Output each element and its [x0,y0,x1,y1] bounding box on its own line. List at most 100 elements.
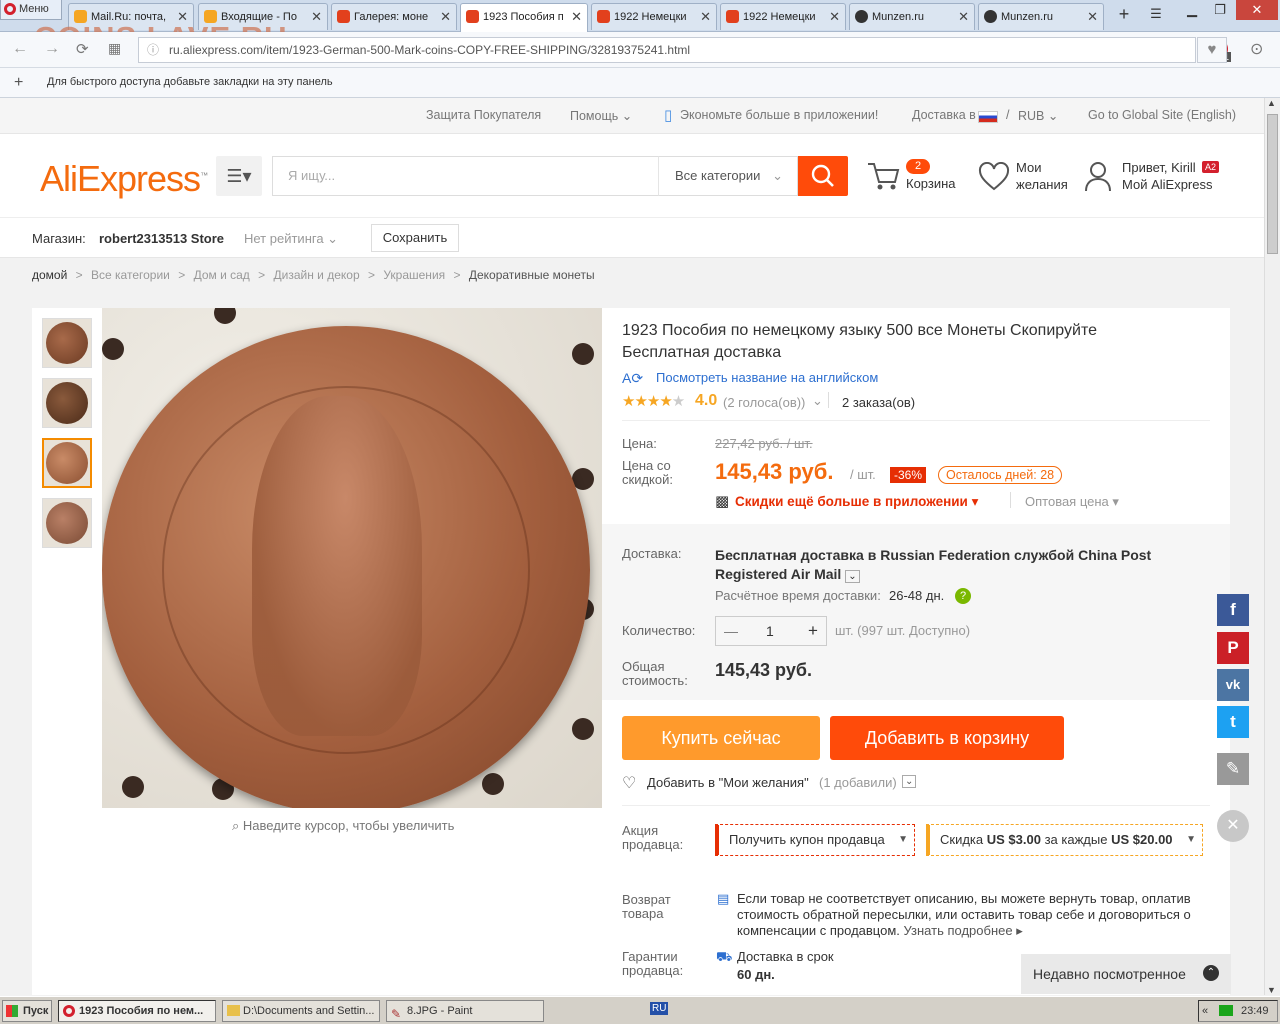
site-info-icon[interactable]: ⓘ [147,38,159,62]
browser-tab-active[interactable]: 1923 Пособия п ✕ [460,3,588,32]
chevron-down-icon[interactable]: ⌄ [812,393,823,409]
my-aliexpress-link[interactable]: Мой AliExpress [1122,177,1213,192]
maximize-button[interactable]: ❐ [1206,0,1234,20]
browser-tab[interactable]: Munzen.ru ✕ [849,3,975,30]
close-icon[interactable]: ✕ [440,4,451,30]
app-discount-link[interactable]: Скидки ещё больше в приложении ▾ [735,494,978,510]
browser-tab[interactable]: 1922 Немецки ✕ [720,3,846,30]
currency-menu[interactable]: RUB ⌄ [1018,108,1058,123]
start-button[interactable]: Пуск [2,1000,52,1022]
forward-icon[interactable]: → [44,40,60,58]
product-image[interactable] [102,308,602,808]
app-promo-link[interactable]: Экономьте больше в приложении! [680,108,878,122]
chevron-left-icon[interactable]: « [1202,1001,1208,1021]
thumbnail[interactable] [42,378,92,428]
thumbnail[interactable] [42,318,92,368]
return-icon: ▤ [717,891,730,906]
browser-tab[interactable]: Munzen.ru ✕ [978,3,1104,30]
bookmark-heart-icon[interactable]: ♥ [1197,37,1227,63]
new-tab-icon[interactable]: + [1110,4,1138,24]
wholesale-price-link[interactable]: Оптовая цена ▾ [1025,494,1119,510]
minus-icon[interactable]: — [724,617,738,645]
user-icon[interactable] [1084,160,1112,192]
delivery-method[interactable]: Бесплатная доставка в Russian Federation… [715,546,1215,586]
browser-tab[interactable]: Галерея: моне ✕ [331,3,457,30]
breadcrumb-item[interactable]: Дом и сад [194,268,250,282]
learn-more-link[interactable]: Узнать подробнее ▸ [904,923,1023,938]
seller-coupon-button[interactable]: Получить купон продавца ▼ [715,824,915,856]
aliexpress-logo[interactable]: AliExpress™ [40,158,208,200]
twitter-icon[interactable]: t [1217,706,1249,738]
pinterest-icon[interactable]: P [1217,632,1249,664]
close-icon[interactable]: ✕ [571,4,582,30]
chevron-down-icon[interactable]: ⌄ [845,570,860,583]
qr-code-icon: ▩ [715,493,730,510]
wishlist-label-2[interactable]: желания [1016,177,1068,192]
vk-icon[interactable]: vk [1217,669,1249,701]
close-icon[interactable]: ✕ [1087,4,1098,30]
vertical-scrollbar[interactable]: ▲ ▼ [1264,98,1280,995]
cart-label[interactable]: Корзина [906,176,956,191]
speed-dial-icon[interactable]: ▦ [108,40,121,57]
language-indicator[interactable]: RU [650,1002,669,1015]
edit-icon[interactable]: ✎ [1217,753,1249,785]
store-name-link[interactable]: robert2313513 Store [99,231,224,246]
thumbnail-selected[interactable] [42,438,92,488]
chevron-down-icon[interactable]: ⌄ [902,775,917,788]
wishlist-label[interactable]: Мои [1016,160,1041,175]
back-icon[interactable]: ← [12,40,28,58]
reload-icon[interactable]: ⟳ [76,40,89,58]
tab-menu-icon[interactable]: ☰ [1142,4,1170,24]
plus-icon[interactable]: + [808,617,818,645]
facebook-icon[interactable]: f [1217,594,1249,626]
store-discount-button[interactable]: Скидка US $3.00 за каждые US $20.00 ▼ [926,824,1203,856]
opera-menu-button[interactable]: Меню [0,0,62,20]
close-window-button[interactable]: ✕ [1236,0,1278,20]
heart-icon[interactable] [978,162,1010,192]
global-site-link[interactable]: Go to Global Site (English) [1088,108,1236,122]
breadcrumb-item[interactable]: Дизайн и декор [274,268,360,282]
breadcrumb-item[interactable]: Все категории [91,268,170,282]
taskbar-item[interactable]: D:\Documents and Settin... [222,1000,380,1022]
add-to-cart-button[interactable]: Добавить в корзину [830,716,1064,760]
guarantee-days: 60 дн. [737,967,775,982]
buy-now-button[interactable]: Купить сейчас [622,716,820,760]
scrollbar-thumb[interactable] [1267,114,1278,254]
add-to-wishlist-link[interactable]: Добавить в "Мои желания" [647,775,809,790]
download-icon[interactable]: ⊙ [1250,39,1263,59]
chevron-up-icon[interactable]: ⌃ [1203,965,1219,981]
thumbnail[interactable] [42,498,92,548]
breadcrumb-item[interactable]: Украшения [383,268,445,282]
view-english-link[interactable]: Посмотреть название на английском [656,370,878,385]
breadcrumb-home[interactable]: домой [32,268,67,282]
close-icon[interactable]: ✕ [311,4,322,30]
minimize-button[interactable]: ▁ [1178,0,1206,20]
save-store-button[interactable]: Сохранить [371,224,459,252]
search-icon [811,164,834,187]
categories-menu-icon[interactable]: ☰▾ [216,156,262,196]
taskbar-item[interactable]: ✎ 8.JPG - Paint [386,1000,544,1022]
ship-to-label[interactable]: Доставка в [912,108,976,122]
rating-votes[interactable]: (2 голоса(ов)) [723,395,805,410]
search-button[interactable] [798,156,848,196]
heart-icon[interactable]: ♡ [622,773,636,793]
close-share-icon[interactable]: ✕ [1217,810,1249,842]
network-icon[interactable] [1219,1005,1233,1016]
user-greeting[interactable]: Привет, Kirill [1122,160,1196,175]
store-rating[interactable]: Нет рейтинга ⌄ [244,231,338,247]
add-bookmark-icon[interactable]: + [14,68,23,97]
close-icon[interactable]: ✕ [700,4,711,30]
quantity-input[interactable]: 1 [766,617,774,645]
cart-icon[interactable] [866,160,900,192]
close-icon[interactable]: ✕ [829,4,840,30]
taskbar-item[interactable]: 1923 Пособия по нем... [58,1000,216,1022]
url-input[interactable]: ⓘ ru.aliexpress.com/item/1923-German-500… [138,37,1227,63]
browser-tab[interactable]: 1922 Немецки ✕ [591,3,717,30]
buyer-protection-link[interactable]: Защита Покупателя [426,108,541,122]
category-select[interactable]: Все категории ⌄ [658,156,798,196]
help-menu[interactable]: Помощь ⌄ [570,108,632,123]
close-icon[interactable]: ✕ [958,4,969,30]
recently-viewed-bar[interactable]: Недавно посмотренное ⌃ [1021,954,1231,994]
help-icon[interactable]: ? [955,588,971,604]
search-input[interactable]: Я ищу... [272,156,658,196]
